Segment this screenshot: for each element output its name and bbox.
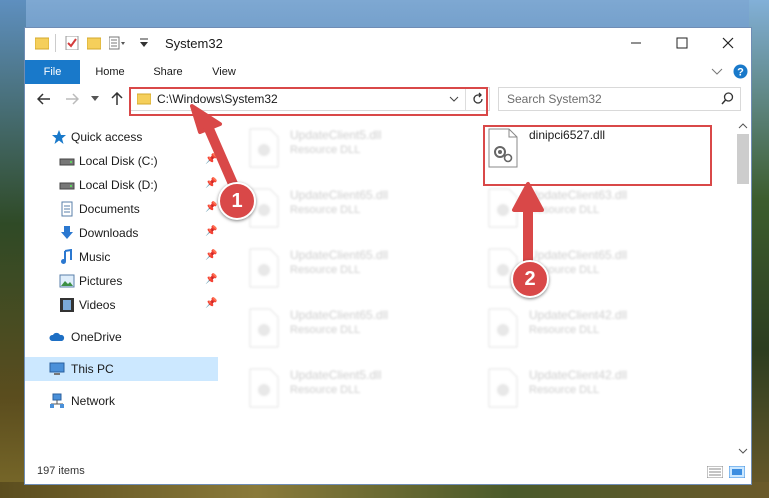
- step-badge-1: 1: [218, 182, 256, 220]
- arrow-2-head: [512, 182, 544, 212]
- arrow-1-head: [190, 104, 222, 134]
- step-badge-2: 2: [511, 260, 549, 298]
- annotation-arrows: [190, 104, 544, 267]
